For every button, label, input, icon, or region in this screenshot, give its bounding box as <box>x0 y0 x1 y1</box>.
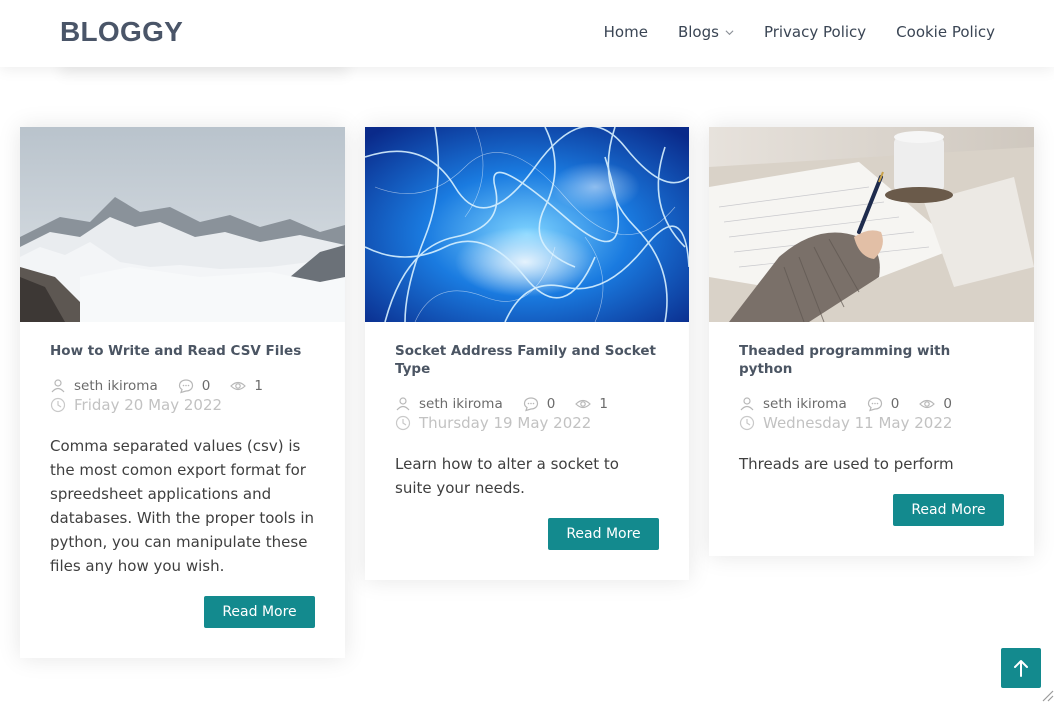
post-excerpt: Learn how to alter a socket to suite you… <box>395 455 619 497</box>
read-more-button[interactable]: Read More <box>204 596 315 628</box>
nav-home[interactable]: Home <box>604 23 648 41</box>
date-text: Thursday 19 May 2022 <box>419 414 592 432</box>
comment-count: 0 <box>201 378 211 394</box>
eye-icon <box>230 381 247 391</box>
post-card: Socket Address Family and Socket Type se… <box>365 127 689 580</box>
eye-icon <box>575 399 592 409</box>
comment-count: 0 <box>546 396 556 412</box>
post-views: 0 <box>919 396 952 412</box>
post-comments: 0 <box>523 396 556 412</box>
post-image-person-writing[interactable] <box>709 127 1034 322</box>
post-date: Wednesday 11 May 2022 <box>739 414 1004 432</box>
post-date: Thursday 19 May 2022 <box>395 414 659 432</box>
nav-blogs[interactable]: Blogs <box>678 23 734 41</box>
read-more-button[interactable]: Read More <box>548 518 659 550</box>
post-excerpt: Threads are used to perform <box>739 455 954 473</box>
post-meta: seth ikiroma 0 1 <box>50 378 315 394</box>
post-meta: seth ikiroma 0 0 <box>739 396 1004 412</box>
date-text: Wednesday 11 May 2022 <box>763 414 953 432</box>
clock-icon <box>739 415 755 431</box>
post-title[interactable]: Theaded programming with python <box>739 342 1004 378</box>
post-body: How to Write and Read CSV Files seth iki… <box>20 322 345 658</box>
post-body: Socket Address Family and Socket Type se… <box>365 322 689 580</box>
scroll-to-top-button[interactable] <box>1001 648 1041 688</box>
clock-icon <box>395 415 411 431</box>
post-title[interactable]: Socket Address Family and Socket Type <box>395 342 659 378</box>
comment-icon <box>178 379 193 394</box>
post-date: Friday 20 May 2022 <box>50 396 315 414</box>
post-comments: 0 <box>178 378 211 394</box>
nav-cookie-policy[interactable]: Cookie Policy <box>896 23 995 41</box>
nav-blogs-label: Blogs <box>677 23 719 41</box>
arrow-up-icon <box>1014 660 1028 677</box>
nav-home-label: Home <box>603 23 648 41</box>
user-icon <box>740 397 754 411</box>
post-actions: Read More <box>50 596 315 658</box>
view-count: 1 <box>599 396 608 412</box>
post-author: seth ikiroma <box>739 396 847 412</box>
post-views: 1 <box>230 378 263 394</box>
author-name: seth ikiroma <box>419 396 503 412</box>
post-body: Theaded programming with python seth iki… <box>709 322 1034 556</box>
post-views: 1 <box>575 396 608 412</box>
view-count: 1 <box>254 378 263 394</box>
author-name: seth ikiroma <box>74 378 158 394</box>
nav-privacy-policy[interactable]: Privacy Policy <box>764 23 866 41</box>
resize-grip-icon[interactable] <box>1040 688 1054 702</box>
post-card: How to Write and Read CSV Files seth iki… <box>20 127 345 658</box>
nav-cookie-label: Cookie Policy <box>896 23 995 41</box>
post-author: seth ikiroma <box>50 378 158 394</box>
read-more-button[interactable]: Read More <box>893 494 1004 526</box>
user-icon <box>51 379 65 393</box>
date-text: Friday 20 May 2022 <box>74 396 223 414</box>
post-actions: Read More <box>395 518 659 580</box>
chevron-down-icon <box>725 29 734 35</box>
site-logo[interactable]: BLOGGY <box>60 16 183 48</box>
author-name: seth ikiroma <box>763 396 847 412</box>
post-comments: 0 <box>867 396 900 412</box>
post-meta: seth ikiroma 0 1 <box>395 396 659 412</box>
post-image-snowy-mountains[interactable] <box>20 127 345 322</box>
post-image-blue-network[interactable] <box>365 127 689 322</box>
site-header: BLOGGY Home Blogs Privacy Policy Cookie … <box>0 0 1054 67</box>
post-excerpt: Comma separated values (csv) is the most… <box>50 437 314 575</box>
comment-icon <box>523 397 538 412</box>
main-nav: Home Blogs Privacy Policy Cookie Policy <box>574 23 995 41</box>
post-author: seth ikiroma <box>395 396 503 412</box>
post-title[interactable]: How to Write and Read CSV Files <box>50 342 315 360</box>
eye-icon <box>919 399 936 409</box>
comment-icon <box>867 397 882 412</box>
user-icon <box>396 397 410 411</box>
view-count: 0 <box>943 396 952 412</box>
post-actions: Read More <box>739 494 1004 556</box>
comment-count: 0 <box>890 396 900 412</box>
post-card: Theaded programming with python seth iki… <box>709 127 1034 556</box>
nav-privacy-label: Privacy Policy <box>763 23 867 41</box>
clock-icon <box>50 397 66 413</box>
